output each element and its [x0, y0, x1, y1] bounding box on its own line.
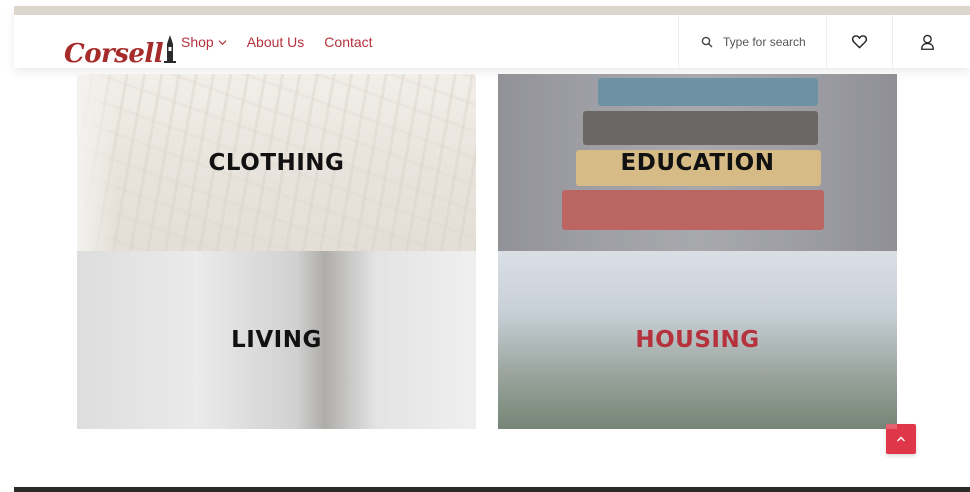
category-label: LIVING	[231, 327, 322, 353]
search-input[interactable]	[723, 34, 823, 49]
category-tile-living[interactable]: LIVING	[77, 251, 476, 429]
category-label: HOUSING	[635, 327, 760, 353]
search-icon[interactable]	[701, 36, 713, 48]
account-button[interactable]	[894, 15, 960, 68]
site-header: Corsell Shop About Us Contact	[14, 6, 970, 68]
nav-item-label: About Us	[246, 34, 305, 50]
brand-name: Corsell	[64, 39, 164, 69]
search-box	[678, 15, 827, 68]
nav-item-shop[interactable]: Shop	[181, 34, 227, 50]
book-image	[583, 111, 818, 145]
tile-fade	[77, 74, 117, 251]
tower-icon	[164, 35, 177, 63]
category-tile-housing[interactable]: HOUSING	[498, 251, 897, 429]
chevron-up-icon	[897, 436, 905, 442]
nav-item-about-us[interactable]: About Us	[247, 34, 305, 50]
wishlist-button[interactable]	[827, 15, 893, 68]
nav-item-contact[interactable]: Contact	[324, 34, 372, 50]
chevron-down-icon	[218, 39, 227, 45]
category-label: EDUCATION	[620, 149, 775, 176]
book-image	[598, 78, 818, 106]
nav-item-label: Shop	[181, 34, 214, 50]
heart-icon	[851, 35, 868, 49]
category-tile-clothing[interactable]: CLOTHING	[77, 74, 476, 251]
brand-logo[interactable]: Corsell	[64, 27, 177, 69]
nav-item-label: Contact	[324, 34, 373, 50]
user-icon	[920, 34, 934, 50]
category-label: CLOTHING	[208, 149, 345, 176]
footer-bar	[14, 487, 970, 492]
main-nav: Shop About Us Contact	[181, 34, 373, 50]
category-tile-education[interactable]: EDUCATION	[498, 74, 897, 251]
book-image	[562, 190, 824, 230]
